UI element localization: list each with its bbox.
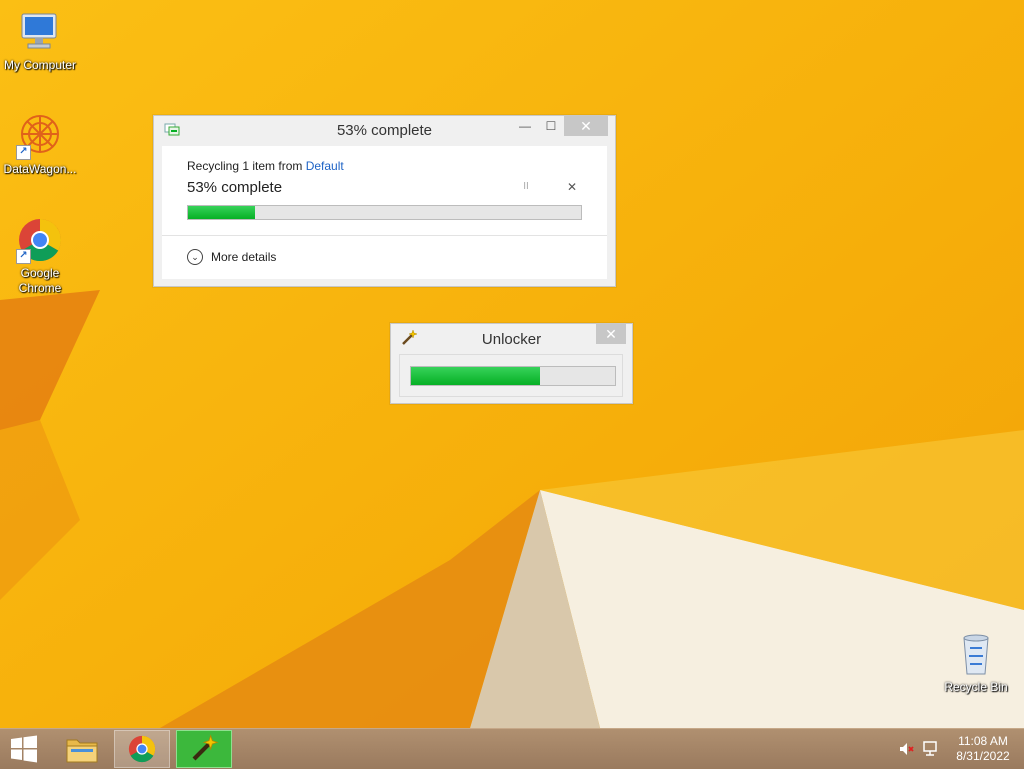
taskbar: 11:08 AM 8/31/2022 <box>0 728 1024 769</box>
system-tray: 11:08 AM 8/31/2022 <box>890 729 1024 769</box>
folder-icon <box>66 739 98 763</box>
desktop-icon-my-computer[interactable]: My Computer <box>0 8 80 73</box>
desktop-icon-label: Google Chrome <box>18 266 62 295</box>
progress-bar-fill <box>411 367 540 385</box>
desktop-icon-label: DataWagon... <box>3 162 77 176</box>
taskbar-unlocker[interactable] <box>176 730 232 768</box>
desktop-icon-google-chrome[interactable]: ↗ Google Chrome <box>0 216 80 296</box>
progress-bar <box>410 366 616 386</box>
recycle-progress-window: 53% complete — ☐ ✕ Recycling 1 item from… <box>153 115 616 287</box>
pause-button[interactable]: II <box>518 181 534 192</box>
start-button[interactable] <box>0 730 48 768</box>
computer-icon <box>16 8 64 56</box>
desktop-icon-datawagon[interactable]: ↗ DataWagon... <box>0 112 80 177</box>
chrome-icon <box>128 735 156 763</box>
title-bar[interactable]: 53% complete — ☐ ✕ <box>154 116 615 144</box>
taskbar-google-chrome[interactable] <box>114 730 170 768</box>
volume-muted-icon[interactable] <box>898 741 914 757</box>
clock[interactable]: 11:08 AM 8/31/2022 <box>948 734 1018 764</box>
desktop-icon-label: My Computer <box>3 58 77 72</box>
progress-bar-fill <box>188 206 255 219</box>
chevron-down-icon: ⌄ <box>187 249 203 265</box>
desktop-icon-recycle-bin[interactable]: Recycle Bin <box>936 630 1016 695</box>
divider <box>162 235 607 236</box>
maximize-button[interactable]: ☐ <box>538 116 564 136</box>
more-details-label: More details <box>211 250 277 264</box>
magic-wand-icon <box>192 734 219 761</box>
shortcut-arrow-icon: ↗ <box>16 249 31 264</box>
network-icon[interactable] <box>922 740 938 758</box>
chrome-icon: ↗ <box>16 216 64 264</box>
progress-content-panel: Recycling 1 item from Default 53% comple… <box>162 146 607 279</box>
source-folder-link[interactable]: Default <box>306 159 344 173</box>
shortcut-arrow-icon: ↗ <box>16 145 31 160</box>
status-line: Recycling 1 item from Default <box>187 159 344 173</box>
unlocker-window: Unlocker ✕ <box>390 323 633 404</box>
taskbar-file-explorer[interactable] <box>54 730 110 768</box>
close-button[interactable]: ✕ <box>564 116 608 136</box>
title-bar[interactable]: Unlocker ✕ <box>391 324 632 352</box>
cancel-operation-button[interactable]: ✕ <box>564 180 580 194</box>
unlocker-content-panel <box>399 354 623 397</box>
minimize-button[interactable]: — <box>512 116 538 136</box>
desktop-icon-label: Recycle Bin <box>944 680 1008 694</box>
windows-logo-icon <box>11 735 37 763</box>
progress-bar <box>187 205 582 220</box>
clock-time: 11:08 AM <box>958 734 1008 748</box>
clock-date: 8/31/2022 <box>956 749 1010 763</box>
status-text: Recycling 1 item from <box>187 159 306 173</box>
progress-percent-text: 53% complete <box>187 179 283 196</box>
recycle-bin-icon <box>952 630 1000 678</box>
close-button[interactable]: ✕ <box>596 324 626 344</box>
datawagon-logo-icon: ↗ <box>16 112 64 160</box>
